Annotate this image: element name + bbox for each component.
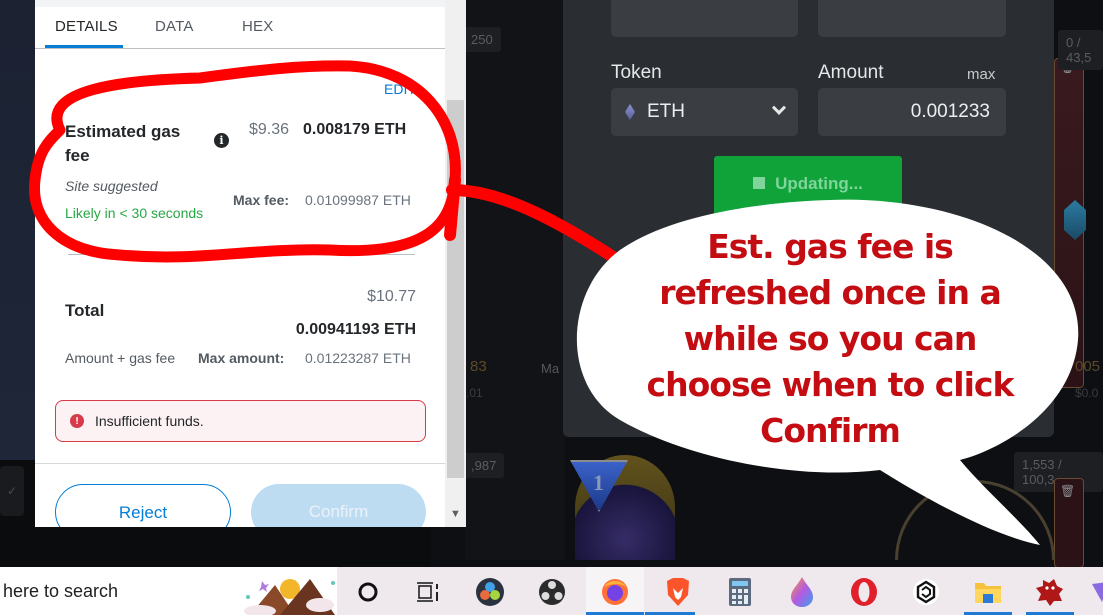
callout-line: refreshed once in a <box>659 273 1001 312</box>
total-eth: 0.00941193 ETH <box>295 321 416 338</box>
amount-input[interactable] <box>818 88 1006 136</box>
callout-line: Confirm <box>760 411 901 450</box>
scrollbar[interactable]: ▼ <box>445 0 466 527</box>
error-icon: ! <box>70 414 84 428</box>
max-fee-label: Max fee: <box>233 192 290 208</box>
background-chevron-icon: ✓ <box>0 466 24 516</box>
calculator-icon[interactable] <box>724 576 756 608</box>
total-label: Total <box>65 301 105 320</box>
crypto-app-icon[interactable] <box>910 576 942 608</box>
footer-divider <box>35 463 445 464</box>
background-subvalue: .01 <box>466 386 483 400</box>
callout-line: while so you can <box>683 319 978 358</box>
background-partial-label: Ma <box>541 361 560 376</box>
tab-hex[interactable]: HEX <box>242 18 273 35</box>
scrollbar-thumb[interactable] <box>447 100 464 478</box>
max-amount-value: 0.01223287 ETH <box>305 350 411 366</box>
popup-header-strip <box>35 0 445 7</box>
background-dark-strip <box>0 527 431 567</box>
amount-label: Amount <box>818 62 884 83</box>
rank-emblem-number: 1 <box>593 470 604 495</box>
firefox-nightly-icon[interactable] <box>786 576 818 608</box>
red-puzzle-app-icon[interactable] <box>1034 576 1066 608</box>
file-explorer-icon[interactable] <box>972 576 1004 608</box>
top-field-left[interactable] <box>611 0 798 37</box>
callout-line: choose when to click <box>646 365 1015 404</box>
brave-icon[interactable] <box>662 576 694 608</box>
gas-fee-eth: 0.008179 ETH <box>303 121 407 138</box>
token-select-value: ETH <box>647 101 685 122</box>
metamask-confirm-popup: DETAILS DATA HEX EDIT Estimated gas fee … <box>35 0 466 540</box>
opera-icon[interactable] <box>848 576 880 608</box>
chevron-down-icon <box>771 100 787 115</box>
taskbar-search-box[interactable]: here to search <box>0 567 337 615</box>
ethereum-icon <box>625 104 635 120</box>
background-value: 005 <box>1075 358 1101 375</box>
max-link[interactable]: max <box>967 66 995 83</box>
tab-details[interactable]: DETAILS <box>55 18 118 35</box>
background-left-panel <box>0 0 36 460</box>
max-fee-value: 0.01099987 ETH <box>305 192 411 208</box>
updating-button[interactable]: Updating... <box>714 156 902 216</box>
tab-bar: DETAILS DATA HEX <box>35 7 445 49</box>
insufficient-funds-alert: ! Insufficient funds. <box>55 400 426 442</box>
search-highlight-art-icon <box>244 579 335 615</box>
estimated-gas-fee-label: Estimated gas fee <box>65 122 181 165</box>
obs-studio-icon[interactable] <box>536 576 568 608</box>
background-count-badge: 0 / 43,5 <box>1058 30 1103 70</box>
token-select[interactable]: ETH <box>611 88 798 136</box>
callout-line: Est. gas fee is <box>707 227 954 266</box>
task-view-icon[interactable] <box>412 576 444 608</box>
total-sublabel: Amount + gas fee <box>65 350 176 366</box>
search-placeholder: here to search <box>3 581 119 601</box>
edit-link[interactable]: EDIT <box>384 81 416 97</box>
taskbar: here to search <box>0 567 1103 615</box>
max-amount-label: Max amount: <box>198 350 285 366</box>
background-value: 83 <box>470 358 487 375</box>
firefox-icon[interactable] <box>599 576 631 608</box>
info-icon[interactable]: i <box>214 133 229 148</box>
cortana-icon[interactable] <box>352 576 384 608</box>
screen: ✓ 250 83 .01 Ma ,987 🗑 0 / 43,5 005 $0.0… <box>0 0 1103 615</box>
background-subvalue: $0.0 <box>1075 386 1099 400</box>
scroll-down-arrow-icon[interactable]: ▼ <box>450 508 461 520</box>
token-label: Token <box>611 62 662 83</box>
annotation-callout-text: Est. gas fee is refreshed once in a whil… <box>620 224 1040 454</box>
background-count-badge: 250 <box>463 27 501 52</box>
top-field-right[interactable] <box>818 0 1006 37</box>
updating-button-label: Updating... <box>775 174 863 193</box>
background-count-badge: ,987 <box>463 453 505 478</box>
active-tab-indicator <box>45 45 123 48</box>
total-usd: $10.77 <box>367 288 416 305</box>
gas-source-label: Site suggested <box>65 178 158 194</box>
loading-square-icon <box>753 177 766 189</box>
davinci-resolve-icon[interactable] <box>474 576 506 608</box>
tab-data[interactable]: DATA <box>155 18 194 35</box>
partial-taskbar-app-icon[interactable] <box>1090 576 1103 608</box>
gas-time-estimate: Likely in < 30 seconds <box>65 205 204 221</box>
error-message: Insufficient funds. <box>95 413 204 429</box>
gas-fee-usd: $9.36 <box>249 121 290 138</box>
section-divider <box>68 254 415 255</box>
background-card-art <box>895 480 1055 560</box>
trash-icon: 🗑 <box>1060 484 1076 498</box>
